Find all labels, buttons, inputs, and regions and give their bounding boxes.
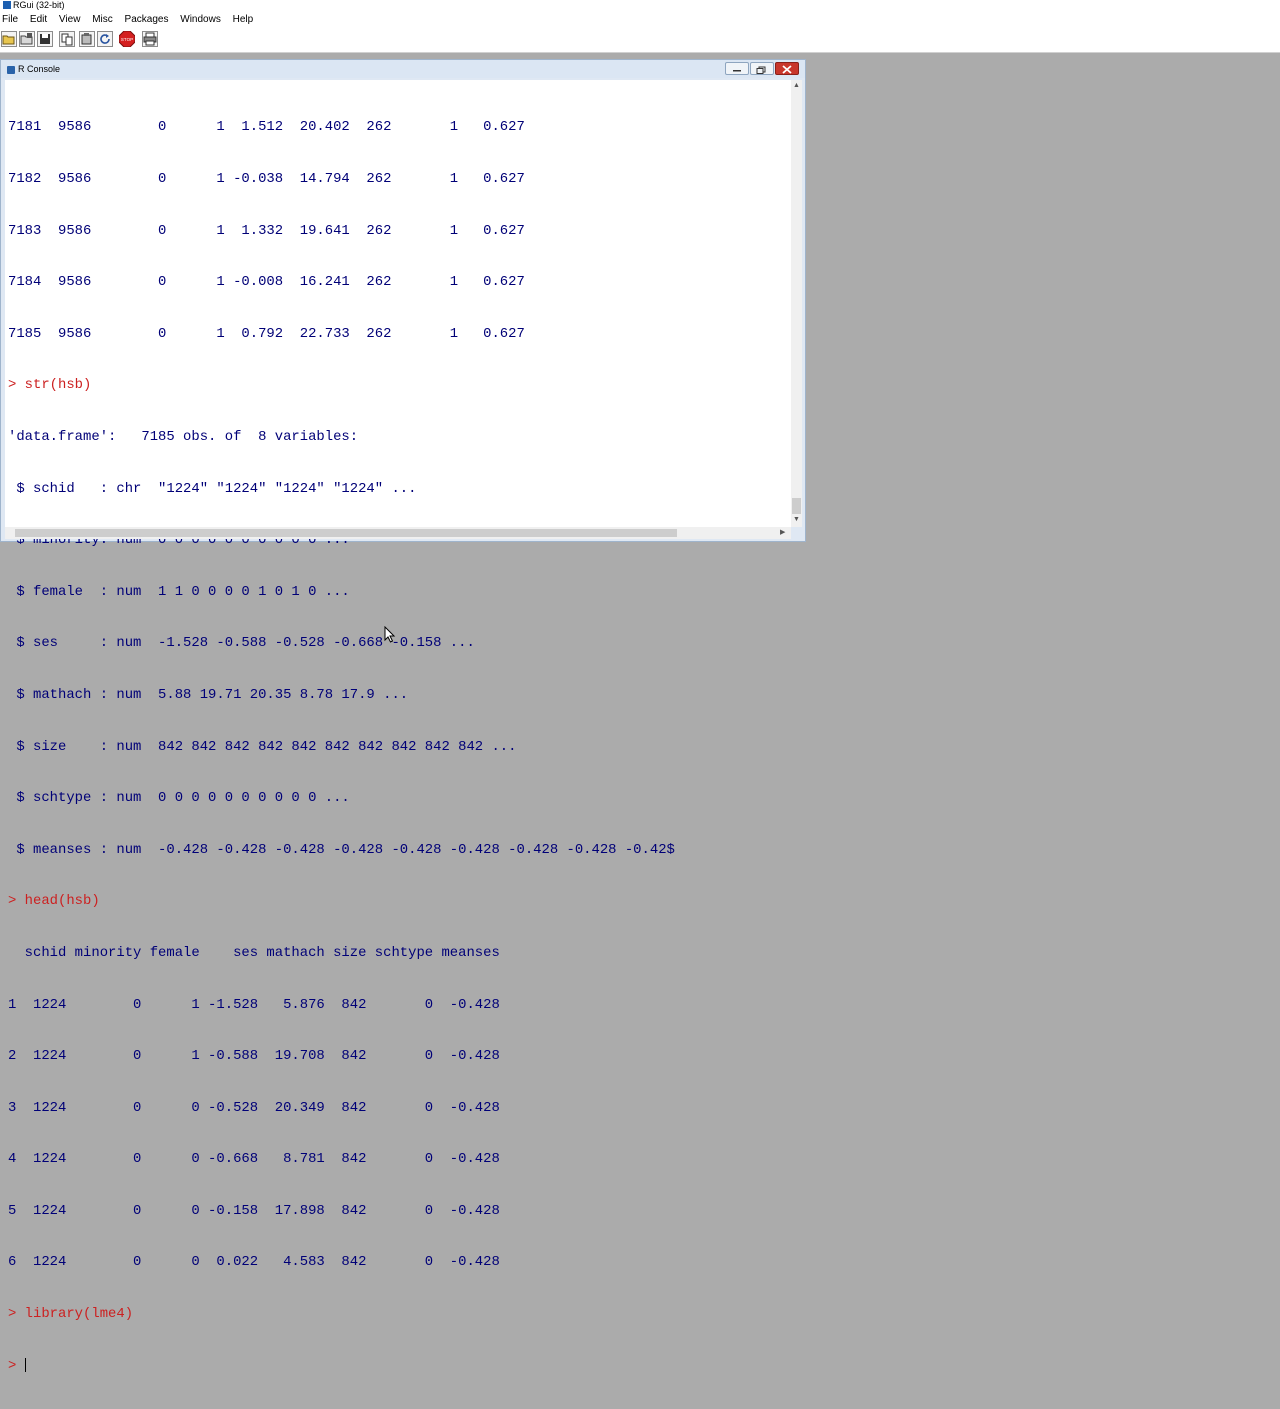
menu-bar: File Edit View Misc Packages Windows Hel… [0,11,1280,28]
stop-label: STOP [121,37,133,42]
console-line: $ mathach : num 5.88 19.71 20.35 8.78 17… [8,686,409,703]
menu-windows[interactable]: Windows [178,11,226,28]
restore-button[interactable] [750,62,774,75]
console-text: 7181 9586 0 1 1.512 20.402 262 1 0.627 7… [8,85,675,1409]
menu-misc[interactable]: Misc [90,11,118,28]
console-line: $ female : num 1 1 0 0 0 0 1 0 1 0 ... [8,583,350,600]
copy-icon [61,33,73,46]
horizontal-scrollbar[interactable]: ▶ [5,527,791,539]
console-line: 5 1224 0 0 -0.158 17.898 842 0 -0.428 [8,1202,500,1219]
console-line: $ schtype : num 0 0 0 0 0 0 0 0 0 0 ... [8,790,350,807]
scroll-up-icon[interactable]: ▲ [793,82,800,90]
r-app-icon [3,1,11,9]
copy-button[interactable] [59,31,75,47]
close-icon [782,65,792,74]
minimize-icon [733,70,741,72]
load-workspace-button[interactable] [19,31,35,47]
menu-file[interactable]: File [0,11,23,28]
stop-icon: STOP [119,31,135,47]
console-title-bar[interactable]: R Console [1,60,805,78]
mouse-pointer-icon [384,626,396,643]
app-title: RGui (32-bit) [13,0,65,10]
scroll-right-icon[interactable]: ▶ [780,529,785,537]
console-command-line: > head(hsb) [8,893,100,910]
console-line: 7181 9586 0 1 1.512 20.402 262 1 0.627 [8,119,525,136]
r-console-icon [7,65,15,74]
console-command-line: > library(lme4) [8,1306,134,1323]
open-script-button[interactable] [1,31,17,47]
menu-help[interactable]: Help [231,11,259,28]
console-line: 3 1224 0 0 -0.528 20.349 842 0 -0.428 [8,1099,500,1116]
console-line: $ size : num 842 842 842 842 842 842 842… [8,738,517,755]
toolbar: STOP [0,28,1280,53]
r-console-window: R Console 7181 9586 0 1 1.512 20.402 262… [0,59,806,1374]
console-line: schid minority female ses mathach size s… [8,944,500,961]
console-output-area[interactable]: 7181 9586 0 1 1.512 20.402 262 1 0.627 7… [5,80,791,1374]
console-input-line[interactable]: > [8,1358,675,1375]
app-title-bar: RGui (32-bit) [0,0,1280,11]
console-title: R Console [18,64,61,74]
console-line: 1 1224 0 1 -1.528 5.876 842 0 -0.428 [8,996,500,1013]
console-line: 6 1224 0 0 0.022 4.583 842 0 -0.428 [8,1254,500,1271]
refresh-button[interactable] [97,31,113,47]
console-prompt: > [8,1357,25,1374]
copy-paste-icon [81,33,92,45]
console-line: 7183 9586 0 1 1.332 19.641 262 1 0.627 [8,222,525,239]
open-script-icon [2,35,15,45]
menu-packages[interactable]: Packages [123,11,174,28]
refresh-icon [100,34,110,44]
console-command-line: > str(hsb) [8,377,92,394]
close-button[interactable] [775,62,799,75]
print-icon [143,32,157,46]
print-button[interactable] [142,31,158,47]
save-workspace-icon [40,34,50,44]
console-line: 7182 9586 0 1 -0.038 14.794 262 1 0.627 [8,171,525,187]
horizontal-scroll-thumb[interactable] [15,529,677,537]
console-line: $ schid : chr "1224" "1224" "1224" "1224… [8,480,417,497]
restore-icon [756,66,766,74]
vertical-scroll-thumb[interactable] [792,498,801,514]
save-workspace-button[interactable] [37,31,53,47]
copy-paste-button[interactable] [79,31,95,47]
stop-button[interactable]: STOP [119,31,135,47]
console-line: $ meanses : num -0.428 -0.428 -0.428 -0.… [8,841,675,858]
minimize-button[interactable] [725,62,749,75]
console-line: 7184 9586 0 1 -0.008 16.241 262 1 0.627 [8,274,525,291]
console-line: 4 1224 0 0 -0.668 8.781 842 0 -0.428 [8,1151,500,1168]
menu-edit[interactable]: Edit [28,11,52,28]
menu-view[interactable]: View [57,11,86,28]
console-line: 'data.frame': 7185 obs. of 8 variables: [8,428,359,445]
vertical-scrollbar[interactable]: ▲ ▼ [791,80,802,527]
console-line: 7185 9586 0 1 0.792 22.733 262 1 0.627 [8,325,525,342]
scroll-down-icon[interactable]: ▼ [793,516,800,524]
load-workspace-icon [20,33,33,45]
text-cursor [24,1357,26,1372]
console-line: 2 1224 0 1 -0.588 19.708 842 0 -0.428 [8,1048,500,1065]
console-line: $ ses : num -1.528 -0.588 -0.528 -0.668 … [8,635,475,652]
